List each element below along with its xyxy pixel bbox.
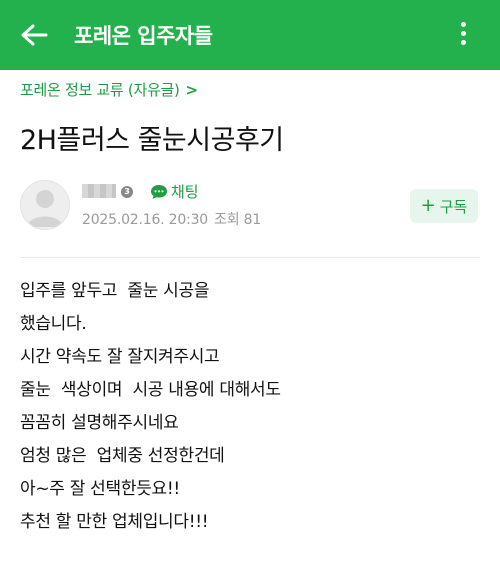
body-line: 엄청 많은 업체중 선정한건데 [20,446,225,466]
body-line: 꼼꼼히 설명해주시네요 [20,413,179,433]
arrow-left-icon[interactable] [20,23,48,47]
chat-button[interactable]: 채팅 [150,181,199,202]
chat-bubble-icon [151,184,167,199]
body-line: 추천 할 만한 업체입니다!!! [20,512,209,532]
post-title: 2H플러스 줄눈시공후기 [20,125,284,156]
post-body: 입주를 앞두고 줄눈 시공을 했습니다. 시간 약속도 잘 잘지켜주시고 줄눈 … [20,280,281,544]
member-grade-badge: 3 [121,186,133,198]
post-meta: 2025.02.16. 20:30 조회 81 [82,209,261,229]
app-bar-title: 포레온 입주자들 [74,24,213,48]
body-line: 시간 약속도 잘 잘지켜주시고 [20,347,220,367]
board-label: 포레온 정보 교류 (자유글) [20,81,180,99]
body-line: 입주를 앞두고 줄눈 시공을 [20,281,210,301]
post-date: 2025.02.16. 20:30 [82,212,209,228]
follow-button[interactable]: + 구독 [410,189,478,223]
chat-label: 채팅 [171,183,199,201]
more-vertical-icon[interactable] [456,22,470,48]
chevron-right-icon: > [185,81,199,99]
author-avatar[interactable] [20,180,70,230]
view-count: 조회 81 [214,212,262,228]
body-line: 아~주 잘 선택한듯요!! [20,479,180,499]
body-line: 했습니다. [20,314,87,334]
body-line: 줄눈 색상이며 시공 내용에 대해서도 [20,380,281,400]
author-name-blurred[interactable] [82,184,116,198]
divider [20,257,480,258]
follow-label: 구독 [439,197,468,216]
default-avatar-icon [27,190,63,227]
plus-icon: + [420,195,436,216]
app-bar: 포레온 입주자들 [0,0,500,70]
board-breadcrumb-link[interactable]: 포레온 정보 교류 (자유글) > [20,79,198,100]
